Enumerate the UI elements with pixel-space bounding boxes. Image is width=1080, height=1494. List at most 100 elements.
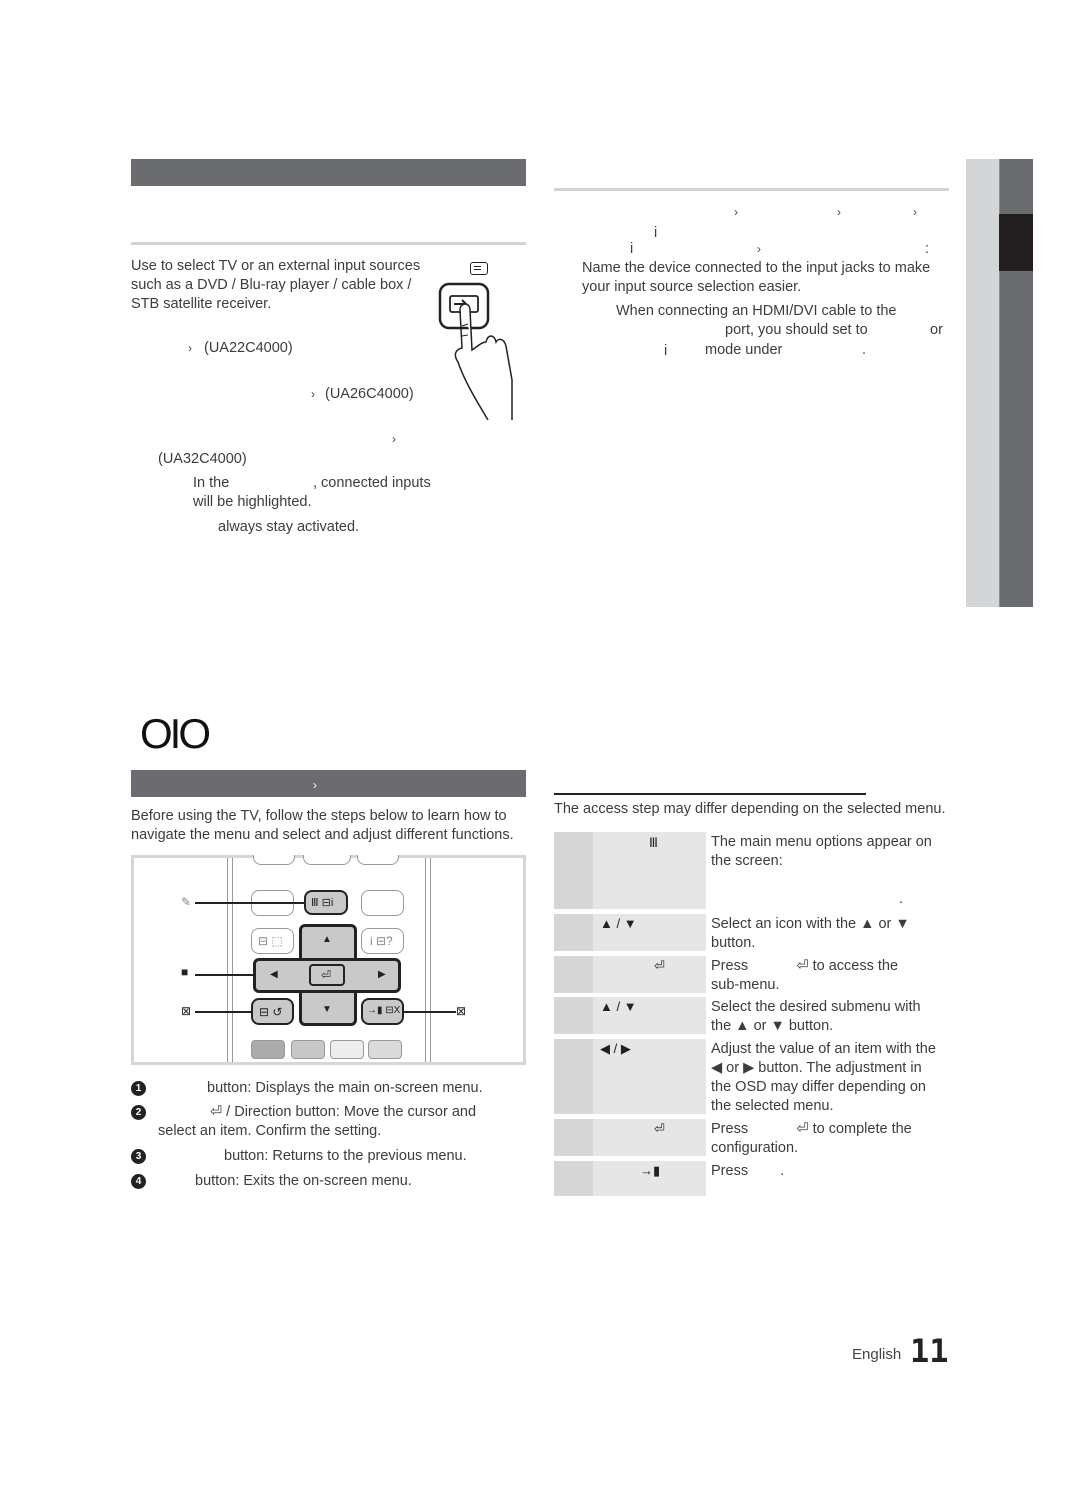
remote-top-button [357, 855, 399, 865]
remote-color-button-c[interactable] [330, 1040, 364, 1059]
legend-number-4: 4 [131, 1174, 146, 1189]
section-header-bar-input-source [131, 159, 526, 186]
enter-icon: ⏎ [321, 968, 332, 982]
legend-number-3: 3 [131, 1149, 146, 1164]
input-source-description-line-2: such as a DVD / Blu-ray player / cable b… [131, 277, 412, 293]
note-highlighted: will be highlighted. [193, 494, 312, 510]
left-arrow-button[interactable]: ◀ [270, 969, 278, 980]
legend-text-3: button: Returns to the previous menu. [224, 1148, 467, 1164]
enter-icon: ⏎ [654, 958, 665, 973]
enter-button[interactable]: ⏎ [309, 964, 345, 986]
step-4-desc-line-1: Select the desired submenu with [711, 999, 921, 1015]
callout-line-1 [195, 902, 304, 904]
remote-color-button-b[interactable] [291, 1040, 325, 1059]
legend-number-1: 1 [131, 1081, 146, 1096]
input-source-description-line-3: STB satellite receiver. [131, 296, 272, 312]
remote-menu-button[interactable]: Ⅲ ⊟i [304, 890, 348, 915]
chevron-right-icon: › [734, 205, 738, 219]
remote-body-edge-left [227, 858, 233, 1062]
steps-note: The access step may differ depending on … [554, 801, 946, 817]
step-4-desc-line-2: the ▲ or ▼ button. [711, 1018, 834, 1034]
remote-top-button [253, 855, 295, 865]
enter-icon: ⏎ [654, 1121, 665, 1136]
model-label-ua26: (UA26C4000) [325, 386, 414, 402]
callout-line-2 [195, 974, 253, 976]
chevron-right-icon: › [188, 341, 192, 355]
remote-body-edge-right [425, 858, 431, 1062]
hand-pressing-button-icon [438, 282, 513, 420]
note-connected-inputs: , connected inputs [313, 475, 431, 491]
step-5-desc-line-4: the selected menu. [711, 1098, 834, 1114]
callout-line-4 [404, 1011, 456, 1013]
chevron-right-icon: › [313, 778, 317, 792]
step-row-6: ⏎ [554, 1119, 706, 1156]
legend-text-1: button: Displays the main on-screen menu… [207, 1080, 483, 1096]
remote-info-button[interactable]: i ⊟? [361, 928, 404, 954]
up-down-arrows-icon: ▲ / ▼ [600, 916, 637, 931]
exit-icon: →▮ ⊟X [367, 1005, 401, 1016]
legend-text-4: button: Exits the on-screen menu. [195, 1173, 412, 1189]
step-row-1: Ⅲ [554, 832, 706, 909]
page-number: 11 [910, 1332, 949, 1370]
remote-exit-button[interactable]: →▮ ⊟X [361, 998, 404, 1025]
step-row-2: ▲ / ▼ [554, 914, 706, 951]
step-5-desc-line-2: ◀ or ▶ button. The adjustment in [711, 1060, 922, 1076]
step-7-desc-line-1: Press . [711, 1163, 785, 1179]
chapter-tab-strip-light [966, 159, 999, 607]
exit-icon: →▮ [640, 1163, 661, 1178]
remote-return-button[interactable]: ⊟ ↺ [251, 998, 294, 1025]
step-row-4: ▲ / ▼ [554, 997, 706, 1034]
callout-marker-4: ⊠ [456, 1004, 467, 1018]
chevron-right-icon: › [913, 205, 917, 219]
callout-marker-1: ✎ [181, 895, 192, 909]
legend-text-2a: ⏎ / Direction button: Move the cursor an… [210, 1104, 477, 1120]
footer-language: English [852, 1346, 902, 1363]
remote-color-button-a[interactable] [251, 1040, 285, 1059]
model-label-ua22: (UA22C4000) [204, 340, 293, 356]
section-header-bar-menu [131, 770, 526, 797]
step-3-desc-line-2: sub-menu. [711, 977, 780, 993]
remote-color-button-d[interactable] [368, 1040, 402, 1059]
chevron-right-icon: › [757, 242, 761, 256]
note-always-activated: always stay activated. [218, 519, 360, 535]
glyph-i: i [654, 225, 658, 241]
section-divider-right [554, 188, 949, 191]
section-divider [131, 242, 526, 245]
steps-heading-rule [554, 793, 866, 795]
note-in-the: In the [193, 475, 230, 491]
step-5-desc-line-1: Adjust the value of an item with the [711, 1041, 936, 1057]
source-list-icon [470, 262, 488, 275]
callout-line-3 [195, 1011, 251, 1013]
remote-top-button [303, 855, 351, 865]
remote-tools-button[interactable]: ⊟ ⬚ [251, 928, 294, 954]
up-arrow-button[interactable]: ▲ [322, 934, 332, 945]
step-row-5: ◀ / ▶ [554, 1039, 706, 1114]
step-row-3: ⏎ [554, 956, 706, 993]
menu-icon: Ⅲ [649, 835, 658, 850]
legend-number-2: 2 [131, 1105, 146, 1120]
edit-name-description-line-2: your input source selection easier. [582, 279, 802, 295]
step-1-desc-line-1: The main menu options appear on [711, 834, 932, 850]
input-source-description-line-1: Use to select TV or an external input so… [131, 258, 421, 274]
legend-text-2b: select an item. Confirm the setting. [158, 1123, 382, 1139]
glyph-i: i [630, 241, 634, 257]
menu-icon: Ⅲ ⊟i [311, 897, 334, 909]
down-arrow-button[interactable]: ▼ [322, 1004, 332, 1015]
up-down-arrows-icon: ▲ / ▼ [600, 999, 637, 1014]
right-arrow-button[interactable]: ▶ [378, 969, 386, 980]
info-icon: i ⊟? [370, 934, 393, 948]
callout-marker-3: ⊠ [181, 1004, 192, 1018]
chapter-tab-active [999, 214, 1033, 271]
return-icon: ⊟ ↺ [259, 1005, 283, 1019]
hdmi-note-line-2b: or [930, 322, 943, 338]
step-6-desc-line-2: configuration. [711, 1140, 799, 1156]
model-label-ua32: (UA32C4000) [158, 451, 247, 467]
chapter-title: OIO [140, 710, 211, 757]
step-3-desc-line-1: Press ⏎ to access the [711, 958, 899, 974]
glyph-i: i [664, 343, 668, 359]
callout-marker-2: ■ [181, 965, 189, 979]
tools-icon: ⊟ ⬚ [258, 934, 283, 948]
menu-intro-line-1: Before using the TV, follow the steps be… [131, 808, 507, 824]
remote-blank-button [361, 890, 404, 916]
menu-intro-line-2: navigate the menu and select and adjust … [131, 827, 514, 843]
